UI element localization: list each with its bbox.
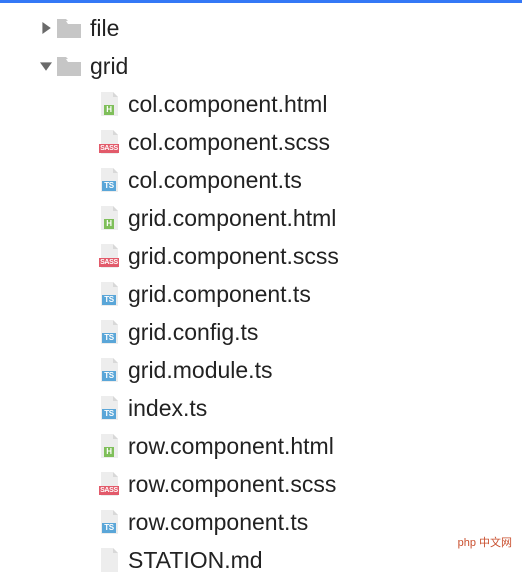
file-label: grid.component.scss — [128, 243, 339, 270]
chevron-right-icon — [36, 18, 56, 38]
folder-label: file — [90, 15, 119, 42]
file-label: row.component.scss — [128, 471, 336, 498]
scss-file-icon: SASS — [98, 243, 120, 269]
folder-icon — [56, 55, 82, 77]
ts-file-icon: TS — [98, 281, 120, 307]
tree-file[interactable]: SASS grid.component.scss — [0, 237, 522, 275]
folder-label: grid — [90, 53, 128, 80]
ts-file-icon: TS — [98, 509, 120, 535]
ts-file-icon: TS — [98, 357, 120, 383]
html-file-icon: H — [98, 91, 120, 117]
tree-file[interactable]: H col.component.html — [0, 85, 522, 123]
file-label: grid.module.ts — [128, 357, 272, 384]
tree-file[interactable]: H row.component.html — [0, 427, 522, 465]
file-label: STATION.md — [128, 547, 263, 574]
file-label: index.ts — [128, 395, 207, 422]
tree-file[interactable]: TS grid.module.ts — [0, 351, 522, 389]
tree-file[interactable]: TS grid.component.ts — [0, 275, 522, 313]
file-label: grid.component.html — [128, 205, 336, 232]
chevron-down-icon — [36, 56, 56, 76]
tree-folder-grid[interactable]: grid — [0, 47, 522, 85]
html-file-icon: H — [98, 433, 120, 459]
tree-file[interactable]: TS col.component.ts — [0, 161, 522, 199]
ts-file-icon: TS — [98, 395, 120, 421]
file-label: grid.component.ts — [128, 281, 311, 308]
md-file-icon — [98, 547, 120, 573]
ts-file-icon: TS — [98, 319, 120, 345]
file-label: col.component.html — [128, 91, 327, 118]
scss-file-icon: SASS — [98, 471, 120, 497]
file-label: grid.config.ts — [128, 319, 258, 346]
folder-icon — [56, 17, 82, 39]
tree-file[interactable]: SASS col.component.scss — [0, 123, 522, 161]
tree-file[interactable]: TS grid.config.ts — [0, 313, 522, 351]
file-label: col.component.ts — [128, 167, 302, 194]
tree-file[interactable]: H grid.component.html — [0, 199, 522, 237]
tree-folder-file[interactable]: file — [0, 9, 522, 47]
tree-file[interactable]: STATION.md — [0, 541, 522, 579]
tree-file[interactable]: SASS row.component.scss — [0, 465, 522, 503]
file-label: row.component.ts — [128, 509, 308, 536]
file-label: col.component.scss — [128, 129, 330, 156]
ts-file-icon: TS — [98, 167, 120, 193]
scss-file-icon: SASS — [98, 129, 120, 155]
file-label: row.component.html — [128, 433, 334, 460]
html-file-icon: H — [98, 205, 120, 231]
watermark: php 中文网 — [454, 532, 516, 552]
tree-file[interactable]: TS index.ts — [0, 389, 522, 427]
tree-file[interactable]: TS row.component.ts — [0, 503, 522, 541]
